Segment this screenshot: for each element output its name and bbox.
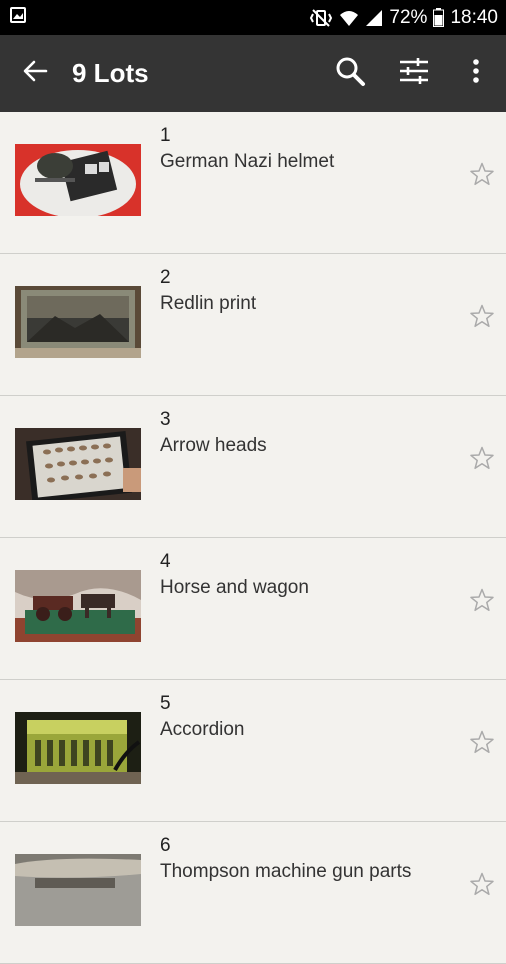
lot-row[interactable]: 4 Horse and wagon <box>0 538 506 680</box>
search-icon <box>334 55 366 92</box>
lot-row[interactable]: 1 German Nazi helmet <box>0 112 506 254</box>
star-icon[interactable] <box>470 446 494 470</box>
lot-number: 3 <box>160 409 171 430</box>
more-vert-icon <box>472 58 480 89</box>
back-button[interactable] <box>0 35 70 112</box>
app-bar: 9 Lots <box>0 35 506 112</box>
lot-name: Horse and wagon <box>160 577 309 598</box>
lot-row[interactable]: 2 Redlin print <box>0 254 506 396</box>
star-icon[interactable] <box>470 304 494 328</box>
more-options-button[interactable] <box>446 35 506 112</box>
mute-vibrate-icon <box>309 8 333 27</box>
filter-button[interactable] <box>382 35 446 112</box>
wifi-icon <box>339 9 359 27</box>
lot-name: Redlin print <box>160 293 257 314</box>
clock: 18:40 <box>450 6 498 28</box>
lot-row[interactable]: 5 Accordion <box>0 680 506 822</box>
lot-thumbnail <box>15 570 141 642</box>
search-button[interactable] <box>318 35 382 112</box>
arrow-back-icon <box>22 58 48 89</box>
lot-name: Arrow heads <box>160 435 267 456</box>
battery-icon <box>433 8 445 27</box>
lot-number: 4 <box>160 551 171 572</box>
lot-number: 2 <box>160 267 171 288</box>
lot-name: Accordion <box>160 719 245 740</box>
lot-thumbnail <box>15 712 141 784</box>
lot-thumbnail <box>15 286 141 358</box>
status-bar: 72% 18:40 <box>0 0 506 35</box>
lot-number: 1 <box>160 125 171 146</box>
lot-row[interactable]: 3 Arrow heads <box>0 396 506 538</box>
battery-percent: 72% <box>389 6 428 28</box>
lot-thumbnail <box>15 144 141 216</box>
star-icon[interactable] <box>470 162 494 186</box>
lot-thumbnail <box>15 428 141 500</box>
page-title: 9 Lots <box>72 58 149 88</box>
lot-name: Thompson machine gun parts <box>160 861 412 882</box>
lot-list: 1 German Nazi helmet 2 Redlin print 3 Ar… <box>0 112 506 964</box>
image-notification-icon <box>8 5 28 30</box>
star-icon[interactable] <box>470 588 494 612</box>
signal-icon <box>365 9 383 27</box>
lot-number: 6 <box>160 835 171 856</box>
lot-thumbnail <box>15 854 141 926</box>
star-icon[interactable] <box>470 872 494 896</box>
lot-row[interactable]: 6 Thompson machine gun parts <box>0 822 506 964</box>
lot-name: German Nazi helmet <box>160 151 335 172</box>
lot-number: 5 <box>160 693 171 714</box>
filter-sliders-icon <box>399 57 429 90</box>
star-icon[interactable] <box>470 730 494 754</box>
